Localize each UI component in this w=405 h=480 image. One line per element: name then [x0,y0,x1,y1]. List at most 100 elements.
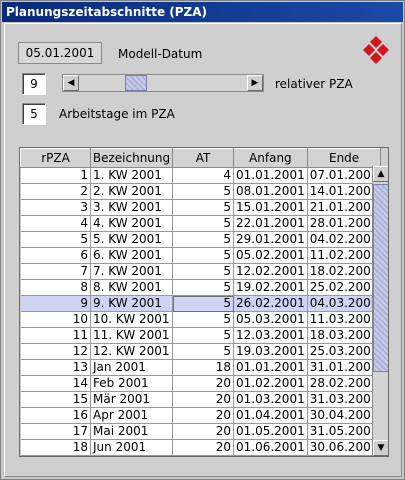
cell-rpza[interactable]: 4 [20,215,91,232]
cell-at[interactable]: 5 [172,183,234,200]
cell-ende[interactable]: 31.05.2001 [307,423,382,440]
table-row[interactable]: 7 7. KW 2001 5 12.02.2001 18.02.2001 [20,263,382,280]
table-row[interactable]: 2 2. KW 2001 5 08.01.2001 14.01.2001 [20,183,382,200]
cell-ende[interactable]: 11.03.2001 [307,311,382,328]
cell-bezeichnung[interactable]: 2. KW 2001 [90,183,173,200]
cell-bezeichnung[interactable]: 6. KW 2001 [90,247,173,264]
cell-anfang[interactable]: 15.01.2001 [233,199,308,216]
cell-bezeichnung[interactable]: 7. KW 2001 [90,263,173,280]
table-row[interactable]: 18 Jun 2001 20 01.06.2001 30.06.2001 [20,439,382,456]
cell-at[interactable]: 5 [172,327,234,344]
cell-rpza[interactable]: 12 [20,343,91,360]
table-row[interactable]: 11 11. KW 2001 5 12.03.2001 18.03.2001 [20,327,382,344]
cell-ende[interactable]: 14.01.2001 [307,183,382,200]
cell-anfang[interactable]: 19.03.2001 [233,343,308,360]
cell-bezeichnung[interactable]: 9. KW 2001 [90,295,173,312]
cell-at[interactable]: 4 [172,167,234,184]
cell-anfang[interactable]: 01.04.2001 [233,407,308,424]
cell-at[interactable]: 20 [172,375,234,392]
cell-at[interactable]: 5 [172,343,234,360]
cell-ende[interactable]: 04.03.2001 [307,295,382,312]
cell-rpza[interactable]: 13 [20,359,91,376]
cell-ende[interactable]: 28.02.2001 [307,375,382,392]
cell-ende[interactable]: 25.02.2001 [307,279,382,296]
table-row[interactable]: 17 Mai 2001 20 01.05.2001 31.05.2001 [20,423,382,440]
cell-at[interactable]: 20 [172,423,234,440]
cell-bezeichnung[interactable]: Mai 2001 [90,423,173,440]
column-header-ende[interactable]: Ende [306,148,382,168]
scrollbar-thumb[interactable] [373,184,388,372]
cell-at[interactable]: 20 [172,407,234,424]
cell-rpza[interactable]: 8 [20,279,91,296]
cell-anfang[interactable]: 29.01.2001 [233,231,308,248]
cell-anfang[interactable]: 08.01.2001 [233,183,308,200]
cell-at[interactable]: 5 [172,199,234,216]
cell-at[interactable]: 20 [172,391,234,408]
cell-anfang[interactable]: 05.02.2001 [233,247,308,264]
cell-rpza[interactable]: 17 [20,423,91,440]
cell-anfang[interactable]: 01.01.2001 [233,359,308,376]
table-row[interactable]: 4 4. KW 2001 5 22.01.2001 28.01.2001 [20,215,382,232]
cell-at[interactable]: 5 [172,279,234,296]
cell-rpza[interactable]: 5 [20,231,91,248]
cell-at[interactable]: 5 [172,247,234,264]
cell-ende[interactable]: 25.03.2001 [307,343,382,360]
cell-at[interactable]: 5 [172,215,234,232]
column-header-bezeichnung[interactable]: Bezeichnung [90,148,173,168]
cell-anfang[interactable]: 22.01.2001 [233,215,308,232]
cell-rpza[interactable]: 18 [20,439,91,456]
cell-at[interactable]: 18 [172,359,234,376]
table-row[interactable]: 12 12. KW 2001 5 19.03.2001 25.03.2001 [20,343,382,360]
cell-ende[interactable]: 11.02.2001 [307,247,382,264]
table-row[interactable]: 10 10. KW 2001 5 05.03.2001 11.03.2001 [20,311,382,328]
table-row[interactable]: 1 1. KW 2001 4 01.01.2001 07.01.2001 [20,167,382,184]
cell-anfang[interactable]: 01.03.2001 [233,391,308,408]
cell-bezeichnung[interactable]: Jan 2001 [90,359,173,376]
scroll-right-icon[interactable]: ▶ [247,75,263,91]
relative-pza-slider[interactable]: ◀ ▶ [62,74,264,92]
cell-anfang[interactable]: 01.05.2001 [233,423,308,440]
cell-ende[interactable]: 31.03.2001 [307,391,382,408]
cell-bezeichnung[interactable]: Apr 2001 [90,407,173,424]
cell-rpza[interactable]: 6 [20,247,91,264]
table-row[interactable]: 14 Feb 2001 20 01.02.2001 28.02.2001 [20,375,382,392]
cell-rpza[interactable]: 9 [20,295,91,312]
scroll-up-icon[interactable]: ▲ [373,166,388,182]
scroll-left-icon[interactable]: ◀ [63,75,79,91]
table-row[interactable]: 3 3. KW 2001 5 15.01.2001 21.01.2001 [20,199,382,216]
cell-anfang[interactable]: 12.02.2001 [233,263,308,280]
cell-bezeichnung[interactable]: Mär 2001 [90,391,173,408]
cell-at[interactable]: 5 [172,295,234,312]
scroll-down-icon[interactable]: ▼ [373,440,388,456]
cell-rpza[interactable]: 15 [20,391,91,408]
cell-bezeichnung[interactable]: 12. KW 2001 [90,343,173,360]
cell-bezeichnung[interactable]: Jun 2001 [90,439,173,456]
column-header-at[interactable]: AT [172,148,234,168]
table-row[interactable]: 15 Mär 2001 20 01.03.2001 31.03.2001 [20,391,382,408]
cell-ende[interactable]: 07.01.2001 [307,167,382,184]
cell-ende[interactable]: 21.01.2001 [307,199,382,216]
cell-rpza[interactable]: 11 [20,327,91,344]
cell-rpza[interactable]: 7 [20,263,91,280]
cell-anfang[interactable]: 05.03.2001 [233,311,308,328]
cell-at[interactable]: 5 [172,263,234,280]
table-row[interactable]: 9 9. KW 2001 5 26.02.2001 04.03.2001 [20,295,382,312]
cell-anfang[interactable]: 12.03.2001 [233,327,308,344]
cell-bezeichnung[interactable]: 5. KW 2001 [90,231,173,248]
cell-ende[interactable]: 31.01.2001 [307,359,382,376]
cell-bezeichnung[interactable]: 11. KW 2001 [90,327,173,344]
cell-bezeichnung[interactable]: 10. KW 2001 [90,311,173,328]
cell-bezeichnung[interactable]: 3. KW 2001 [90,199,173,216]
cell-at[interactable]: 20 [172,439,234,456]
cell-rpza[interactable]: 3 [20,199,91,216]
column-header-anfang[interactable]: Anfang [233,148,308,168]
cell-rpza[interactable]: 2 [20,183,91,200]
table-row[interactable]: 8 8. KW 2001 5 19.02.2001 25.02.2001 [20,279,382,296]
cell-anfang[interactable]: 01.02.2001 [233,375,308,392]
cell-anfang[interactable]: 01.06.2001 [233,439,308,456]
cell-rpza[interactable]: 14 [20,375,91,392]
cell-bezeichnung[interactable]: 8. KW 2001 [90,279,173,296]
cell-ende[interactable]: 28.01.2001 [307,215,382,232]
cell-ende[interactable]: 30.06.2001 [307,439,382,456]
cell-rpza[interactable]: 10 [20,311,91,328]
